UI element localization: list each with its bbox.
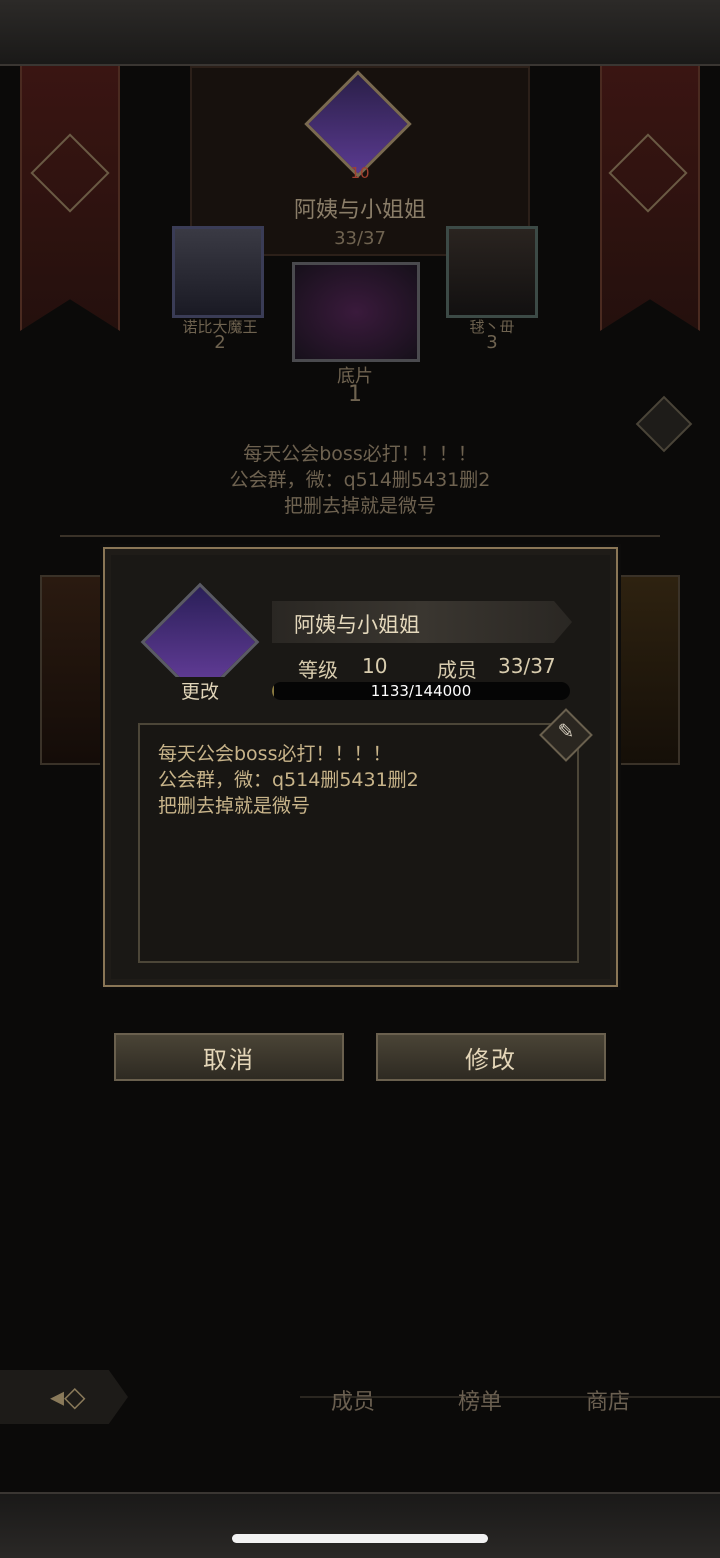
guild-notice-bg: 每天公会boss必打！！！！ 公会群，微：q514删5431删2 把删去掉就是微…	[150, 441, 570, 519]
rank-3-number: 3	[486, 332, 498, 353]
notice-bg-line-1: 每天公会boss必打！！！！	[243, 443, 477, 465]
guild-level-bg: 10	[350, 164, 370, 182]
level-value: 10	[362, 654, 388, 678]
nav-shop-button[interactable]: 商店	[560, 1372, 656, 1428]
notice-bg-line-2: 公会群，微：q514删5431删2	[229, 469, 491, 491]
rank-1-number: 1	[348, 382, 362, 407]
guild-members-bg: 33/37	[334, 228, 386, 249]
cancel-button[interactable]: 取消	[114, 1033, 344, 1081]
right-art-panel	[610, 575, 680, 765]
home-indicator[interactable]	[232, 1534, 488, 1543]
nav-ranking-button[interactable]: 榜单	[432, 1372, 528, 1428]
members-label: 成员	[437, 658, 477, 682]
rank-2-number: 2	[214, 332, 226, 353]
exp-text: 1133/144000	[370, 682, 472, 700]
back-arrow-icon: ◂◇	[50, 1380, 86, 1413]
divider	[60, 535, 660, 537]
modify-button[interactable]: 修改	[376, 1033, 606, 1081]
top-frame	[0, 0, 720, 66]
rank-2-avatar[interactable]	[172, 226, 264, 318]
notice-line-2: 公会群，微：q514删5431删2	[158, 769, 419, 791]
bottom-frame	[0, 1492, 720, 1558]
notice-line-3: 把删去掉就是微号	[158, 795, 311, 817]
members-value: 33/37	[498, 654, 556, 678]
guild-name: 阿姨与小姐姐	[294, 613, 420, 637]
notice-line-1: 每天公会boss必打！！！！	[158, 743, 392, 765]
notice-bg-line-3: 把删去掉就是微号	[283, 495, 436, 517]
notice-textarea[interactable]: 每天公会boss必打！！！！ 公会群，微：q514删5431删2 把删去掉就是微…	[138, 723, 579, 963]
level-label: 等级	[298, 658, 338, 682]
rank-3-avatar[interactable]	[446, 226, 538, 318]
left-art-panel	[40, 575, 110, 765]
edit-notice-bg-icon[interactable]	[635, 395, 693, 453]
change-emblem-button[interactable]: 更改	[165, 677, 235, 703]
nav-members-button[interactable]: 成员	[305, 1372, 401, 1428]
rank-1-avatar[interactable]	[292, 262, 420, 362]
guild-name-bg: 阿姨与小姐姐	[293, 198, 426, 223]
quill-icon: ✎	[557, 719, 575, 743]
